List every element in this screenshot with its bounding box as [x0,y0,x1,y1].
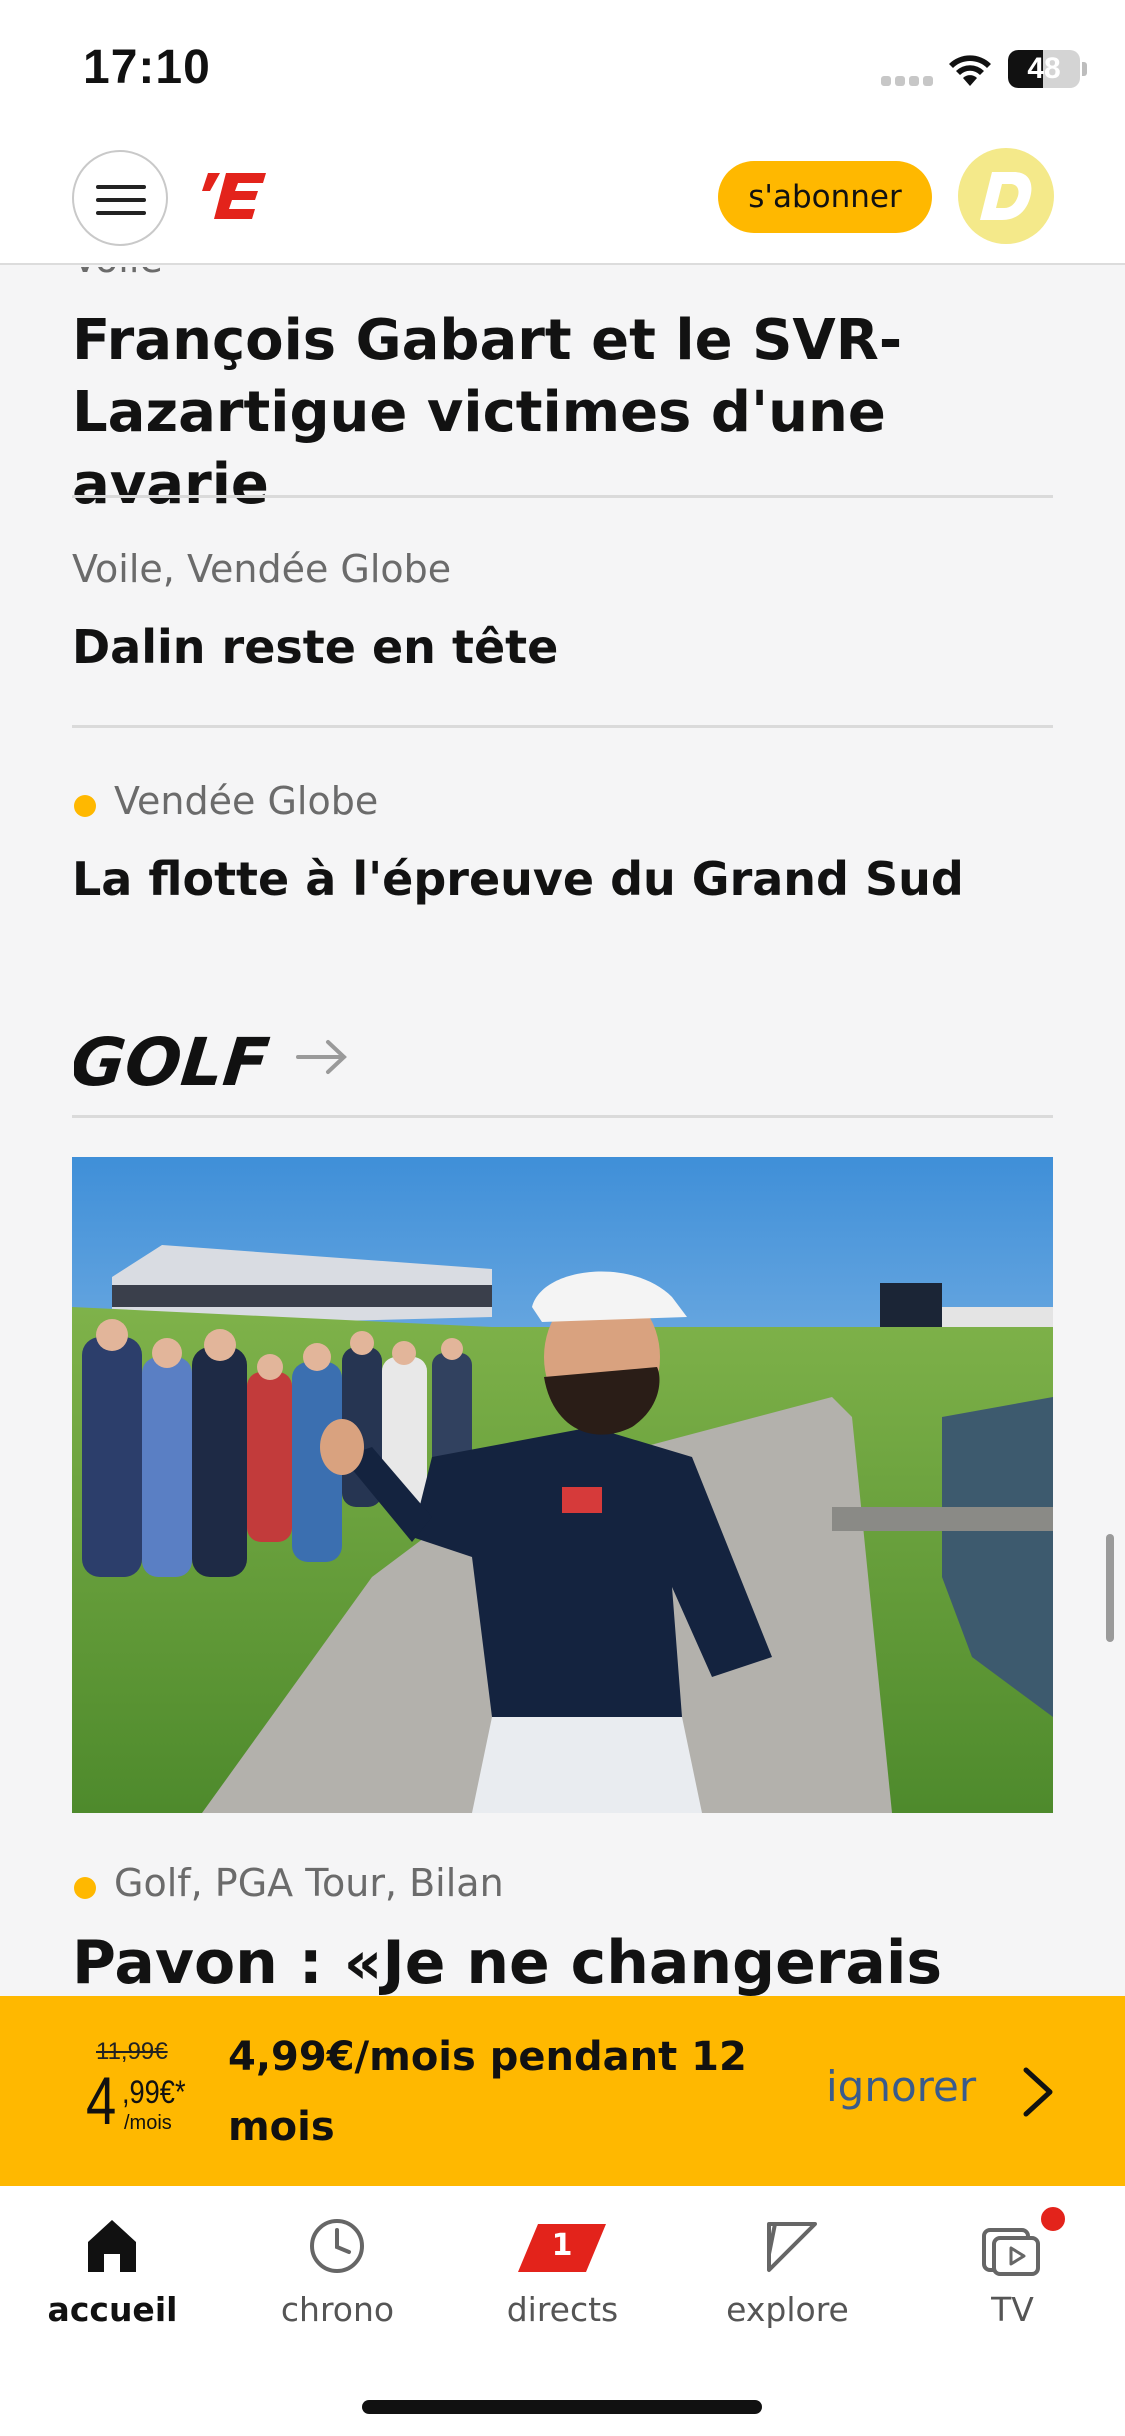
cellular-signal-icon [881,74,933,86]
per-month-label: /mois [124,2112,172,2134]
wifi-icon [948,52,992,88]
app-header: s'abonner [0,135,1125,265]
tab-bar: accueil chrono 1 directs explore TV [0,2186,1125,2436]
tab-label: explore [726,2290,849,2329]
article-headline[interactable]: Dalin reste en tête [72,617,1062,677]
article-hero-image[interactable] [72,1157,1053,1813]
battery-icon: 48 [1008,50,1080,88]
arrow-right-icon[interactable] [296,1037,348,1077]
home-indicator[interactable] [362,2400,762,2414]
home-icon [80,2214,144,2278]
tab-label: accueil [47,2290,178,2329]
divider [72,495,1053,498]
tab-label: TV [991,2290,1034,2329]
subscription-promo-banner[interactable]: 11,99€ 4 ,99€* /mois 4,99€/mois pendant … [0,1996,1125,2186]
tab-accueil[interactable]: accueil [0,2186,225,2346]
subscribe-button[interactable]: s'abonner [718,161,932,233]
battery-percent: 48 [1027,52,1061,85]
hamburger-icon [96,185,146,189]
tab-chrono[interactable]: chrono [225,2186,450,2346]
article-tag-live: Golf, PGA Tour, Bilan [72,1861,504,1905]
menu-button[interactable] [72,150,168,246]
promo-text[interactable]: 4,99€/mois pendant 12 mois [228,2022,768,2162]
hamburger-line [96,211,146,215]
battery-nub [1082,62,1087,76]
lequipe-logo[interactable] [200,165,270,225]
scrollbar[interactable] [1106,1534,1114,1642]
clock-icon [305,2214,369,2278]
divider [72,1115,1053,1118]
new-price-integer: 4 [86,2063,117,2139]
tab-label: directs [506,2290,619,2329]
tab-explore[interactable]: explore [675,2186,900,2346]
section-title-text: GOLF [74,1024,273,1097]
tab-tv[interactable]: TV [900,2186,1125,2346]
new-price-decimals: ,99€* [122,2074,186,2110]
tab-directs[interactable]: 1 directs [450,2186,675,2346]
hamburger-line [96,198,146,202]
tab-label: chrono [280,2290,395,2329]
section-title-golf[interactable]: GOLF [67,1017,284,1101]
divider [72,725,1053,728]
article-headline[interactable]: François Gabart et le SVR-Lazartigue vic… [72,305,1062,521]
tv-icon [980,2214,1044,2278]
status-time: 17:10 [83,41,211,94]
news-feed: Voile François Gabart et le SVR-Lazartig… [0,267,1125,1997]
ignore-button[interactable]: ignorer [826,2062,976,2111]
app-screen: 17:10 48 s'abonner François Gabart et le… [0,0,1125,2436]
chevron-right-icon[interactable] [1020,2066,1056,2118]
article-tag: Voile, Vendée Globe [72,547,452,591]
article-headline[interactable]: La flotte à l'épreuve du Grand Sud [72,849,1062,909]
article-headline[interactable]: Pavon : «Je ne changerais [72,1927,1062,1997]
explore-icon [755,2214,819,2278]
live-badge-icon: 1 [516,2214,608,2278]
live-count: 1 [551,2228,573,2263]
status-bar: 17:10 48 [0,0,1125,135]
user-avatar[interactable] [958,148,1054,244]
notification-dot [1038,2204,1068,2234]
article-tag: Voile [72,267,163,281]
article-tag-live: Vendée Globe [72,779,378,823]
